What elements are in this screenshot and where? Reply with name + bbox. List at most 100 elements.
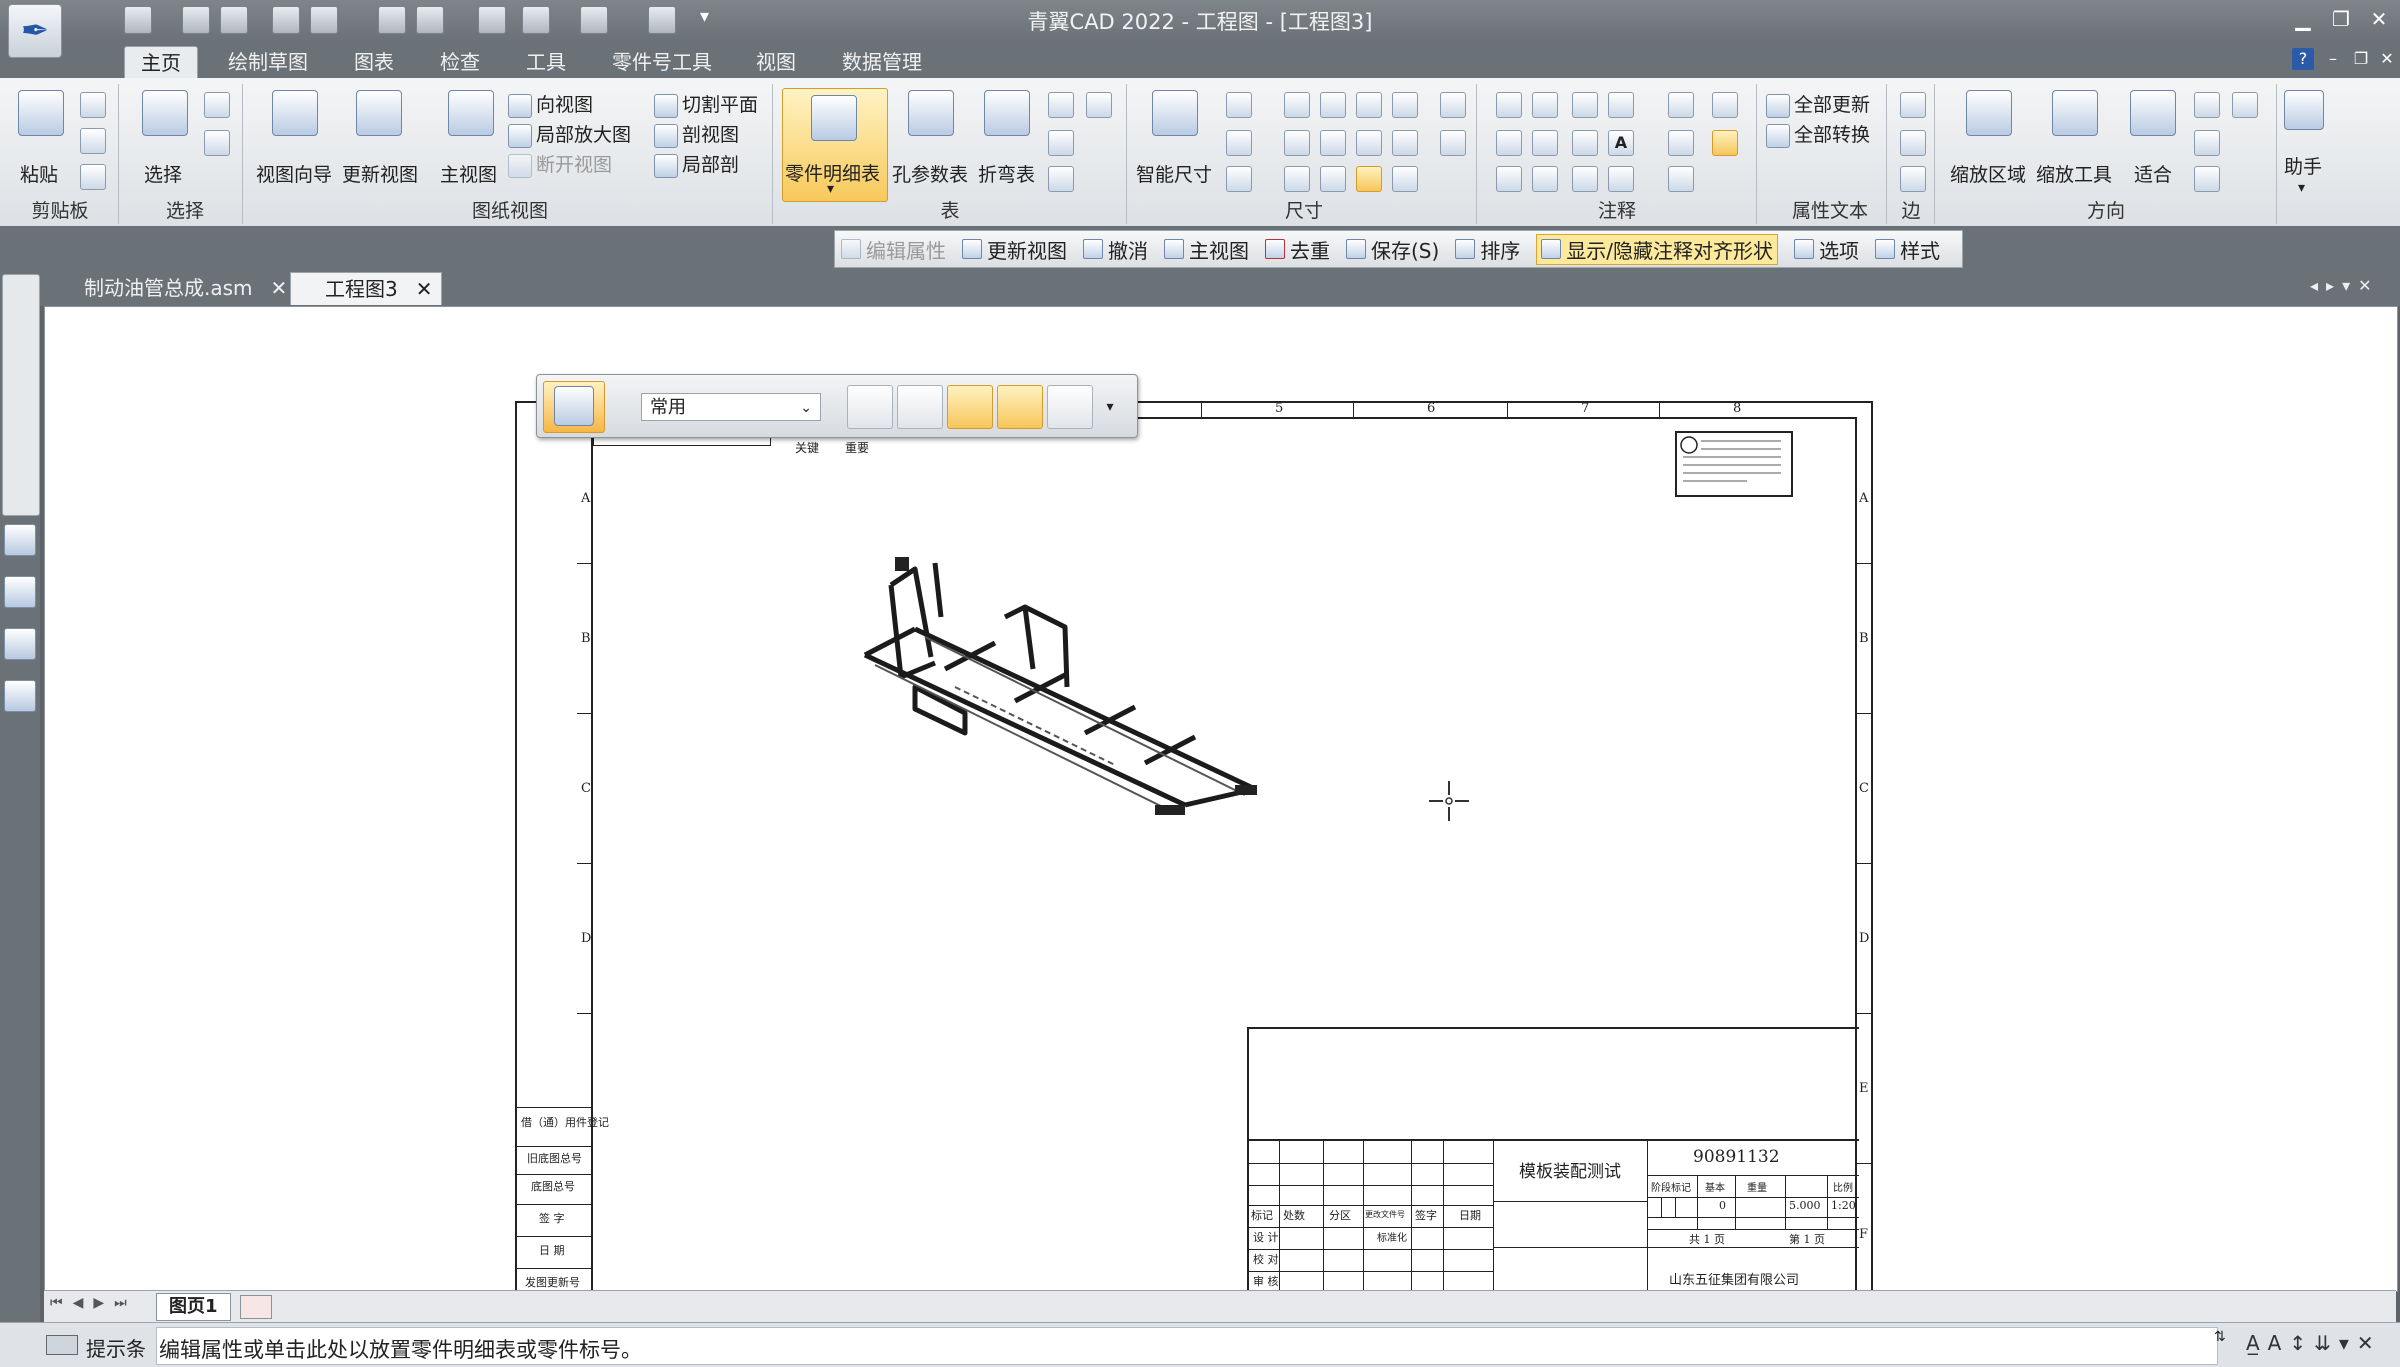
update-view-icon[interactable] [356,90,402,136]
annotation-tool-icon[interactable] [1572,166,1598,192]
partial-section-button[interactable]: 局部剖 [654,150,739,178]
status-tool-icons[interactable]: A̲A↕⇊▾✕ [2246,1331,2382,1355]
table-tool-icon[interactable] [1048,166,1074,192]
ft-more-icon[interactable]: ▾ [1099,391,1121,423]
dimension-tool-icon[interactable] [1226,130,1252,156]
cmd-style-button[interactable]: 样式 [1875,235,1940,264]
close-icon[interactable]: ✕ [271,276,288,300]
dimension-tool-icon[interactable] [1320,130,1346,156]
annotation-tool-icon[interactable] [1668,92,1694,118]
app-logo-icon[interactable]: ✒ [8,4,62,58]
cmd-update-view-button[interactable]: 更新视图 [962,235,1067,264]
table-tool-icon[interactable] [1086,92,1112,118]
annotation-tool-icon[interactable] [1608,92,1634,118]
ft-balloon-button[interactable] [947,385,993,429]
close-icon[interactable]: ✕ [416,277,433,301]
zoom-area-button[interactable]: 缩放区域 [1950,160,2026,187]
dimension-style-icon[interactable] [1440,92,1466,118]
dimension-tool-icon[interactable] [1320,166,1346,192]
zoom-tool-button[interactable]: 缩放工具 [2036,160,2112,187]
refresh-view-icon[interactable] [2194,166,2220,192]
ft-options-button[interactable] [1047,385,1093,429]
tab-inspect[interactable]: 检查 [424,46,496,78]
table-tool-icon[interactable] [1048,130,1074,156]
bend-table-icon[interactable] [984,90,1030,136]
fit-button[interactable]: 适合 [2134,160,2172,187]
view-wizard-button[interactable]: 视图向导 [256,160,332,187]
dimension-tool-icon[interactable] [1226,166,1252,192]
annotation-tool-icon[interactable] [1496,92,1522,118]
broken-view-button[interactable]: 断开视图 [508,150,612,178]
edge-tool-icon[interactable] [1900,130,1926,156]
ft-properties-button[interactable] [847,385,893,429]
section-view-button[interactable]: 剖视图 [654,120,739,148]
select-tool-icon[interactable] [204,130,230,156]
tab-tools[interactable]: 工具 [510,46,582,78]
style-select[interactable]: 常用 ⌄ [641,393,821,421]
main-view-button[interactable]: 主视图 [440,160,497,187]
annotation-tool-icon[interactable] [1532,92,1558,118]
dimension-tool-active-icon[interactable] [1356,166,1382,192]
tab-balloon-tools[interactable]: 零件号工具 [596,46,728,78]
dimension-tool-icon[interactable] [1392,92,1418,118]
cmd-sort-button[interactable]: 排序 [1455,235,1520,264]
dimension-style-icon[interactable] [1440,130,1466,156]
smart-dimension-icon[interactable] [1152,90,1198,136]
bend-table-button[interactable]: 折弯表 [978,160,1035,187]
pan-icon[interactable] [2194,130,2220,156]
update-all-button[interactable]: 全部更新 [1766,90,1870,118]
pathfinder-icon[interactable] [4,524,36,556]
parts-list-button[interactable]: 零件明细表 ▾ [782,88,888,202]
annotation-active-icon[interactable] [1712,130,1738,156]
copy-icon[interactable] [80,128,106,154]
dimension-tool-icon[interactable] [1284,166,1310,192]
zoom-area-icon[interactable] [1966,90,2012,136]
annotation-tool-icon[interactable] [1608,166,1634,192]
annotation-tool-icon[interactable] [1668,166,1694,192]
cmd-undo-button[interactable]: 撤消 [1083,235,1148,264]
smart-dimension-button[interactable]: 智能尺寸 [1136,160,1212,187]
cmd-options-button[interactable]: 选项 [1794,235,1859,264]
ft-table-button[interactable] [997,385,1043,429]
assembly-isometric-view[interactable] [855,537,1315,837]
assistant-button[interactable]: 助手 [2284,152,2322,179]
side-panel-tab[interactable] [2,274,40,516]
tab-view[interactable]: 视图 [740,46,812,78]
detail-view-button[interactable]: 局部放大图 [508,120,631,148]
help-icon[interactable]: ? [2292,48,2314,70]
dimension-tool-icon[interactable] [1320,92,1346,118]
prompt-scroll-icon[interactable]: ⇅ [2214,1329,2226,1345]
drawing-canvas[interactable]: 5 6 7 8 A B C D A B C D E F 关键 重要 借（通）用件… [44,306,2398,1292]
cmd-dedupe-button[interactable]: 去重 [1265,235,1330,264]
annotation-tool-icon[interactable] [1496,130,1522,156]
prompt-message-box[interactable]: 编辑属性或单击此处以放置零件明细表或零件标号。 [156,1327,2218,1365]
edge-tool-icon[interactable] [1900,92,1926,118]
cut-plane-button[interactable]: 切割平面 [654,90,758,118]
dimension-tool-icon[interactable] [1356,92,1382,118]
tab-charts[interactable]: 图表 [338,46,410,78]
tab-home[interactable]: 主页 [124,46,198,79]
select-arrow-icon[interactable] [142,90,188,136]
assistant-icon[interactable] [2284,90,2324,130]
ft-select-tool-button[interactable] [897,385,943,429]
doc-tab-assembly[interactable]: 制动油管总成.asm ✕ [50,272,295,304]
dimension-tool-icon[interactable] [1356,130,1382,156]
update-view-button[interactable]: 更新视图 [342,160,418,187]
parts-list-toolbar-button[interactable] [543,381,605,433]
paste-button[interactable]: 粘贴 [20,160,58,187]
convert-all-button[interactable]: 全部转换 [1766,120,1870,148]
annotation-tool-icon[interactable] [1496,166,1522,192]
tab-sketch[interactable]: 绘制草图 [212,46,324,78]
paste-icon[interactable] [18,90,64,136]
cmd-main-view-button[interactable]: 主视图 [1164,235,1249,264]
sheet-nav-icons[interactable]: ⏮◀▶⏭ [50,1295,137,1311]
dimension-tool-icon[interactable] [1226,92,1252,118]
help-panel-icon[interactable] [4,628,36,660]
annotation-tool-icon[interactable] [1532,166,1558,192]
cmd-toggle-annotation-button[interactable]: 显示/隐藏注释对齐形状 [1536,233,1779,265]
annotation-tool-icon[interactable] [1572,92,1598,118]
library-icon[interactable] [4,576,36,608]
doc-tab-drawing[interactable]: 工程图3 ✕ [290,272,442,305]
doc-close-icon[interactable]: ✕ [2372,44,2400,74]
annotation-tool-icon[interactable] [1712,92,1738,118]
